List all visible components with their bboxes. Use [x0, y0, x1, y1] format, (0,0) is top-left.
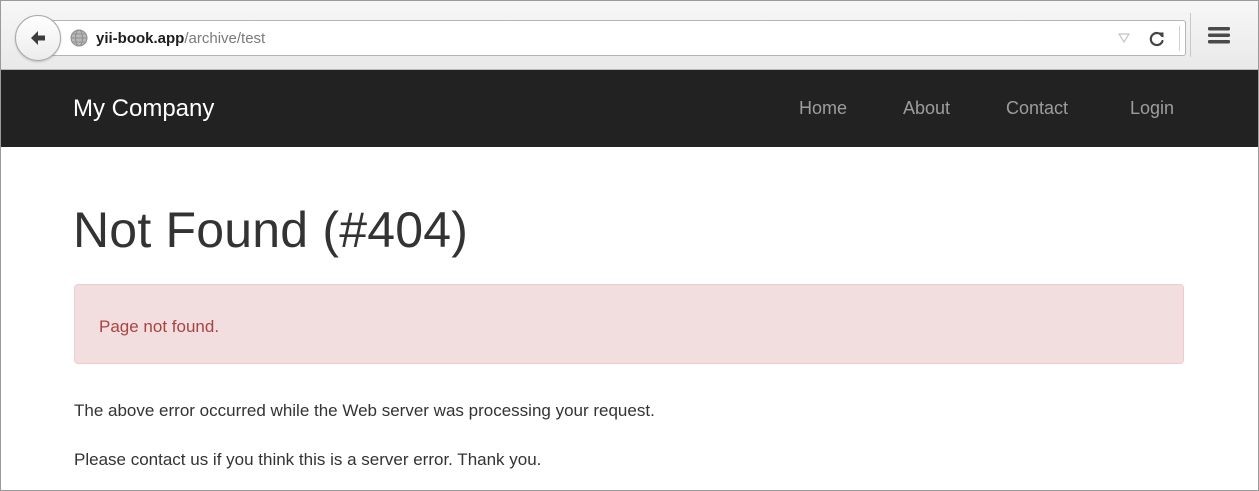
nav-link-home[interactable]: Home — [799, 98, 847, 119]
brand-link[interactable]: My Company — [73, 95, 214, 123]
reload-icon[interactable] — [1147, 29, 1167, 49]
site-navbar: My Company Home About Contact Login — [1, 70, 1258, 147]
back-button[interactable] — [15, 15, 61, 61]
nav-link-login[interactable]: Login — [1130, 98, 1174, 119]
url-path: /archive/test — [184, 30, 266, 47]
page-title: Not Found (#404) — [73, 202, 469, 258]
back-arrow-icon — [31, 31, 45, 45]
error-alert: Page not found. — [74, 284, 1184, 364]
url-text[interactable]: yii-book.app/archive/test — [96, 30, 265, 47]
error-description: The above error occurred while the Web s… — [74, 401, 655, 420]
hamburger-menu-icon[interactable] — [1208, 27, 1230, 44]
alert-message: Page not found. — [99, 317, 220, 336]
contact-note: Please contact us if you think this is a… — [74, 450, 542, 469]
url-host: yii-book.app — [96, 30, 185, 47]
nav-link-about[interactable]: About — [903, 98, 950, 119]
toolbar-separator — [1190, 13, 1191, 57]
url-divider — [1179, 26, 1180, 51]
address-bar[interactable]: yii-book.app/archive/test — [41, 20, 1186, 56]
browser-toolbar: yii-book.app/archive/test — [1, 1, 1258, 70]
dropdown-triangle-icon[interactable] — [1118, 33, 1130, 43]
browser-window: yii-book.app/archive/test My Company Hom… — [0, 0, 1259, 491]
globe-icon — [70, 29, 88, 47]
nav-link-contact[interactable]: Contact — [1006, 98, 1068, 119]
